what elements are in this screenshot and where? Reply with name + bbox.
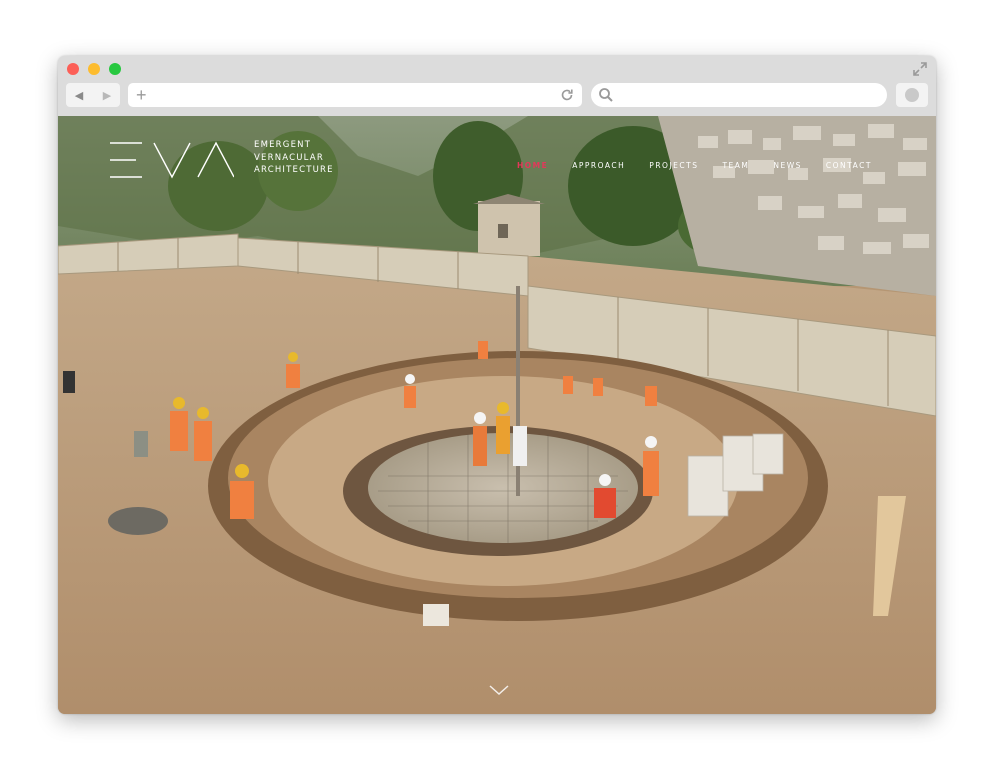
search-icon bbox=[599, 88, 613, 102]
logo-line: ARCHITECTURE bbox=[254, 165, 334, 175]
nav-item-approach[interactable]: APPROACH bbox=[572, 161, 625, 175]
fullscreen-icon[interactable] bbox=[913, 62, 927, 76]
history-nav: ◀ ▶ bbox=[66, 83, 120, 107]
nav-item-news[interactable]: NEWS bbox=[773, 161, 802, 175]
address-bar[interactable]: + bbox=[128, 83, 582, 107]
logo-line: VERNACULAR bbox=[254, 152, 324, 163]
plus-icon[interactable]: + bbox=[136, 85, 147, 105]
close-window-button[interactable] bbox=[67, 63, 79, 75]
forward-button[interactable]: ▶ bbox=[94, 83, 120, 107]
logo-wordmark[interactable]: EMERGENT VERNACULAR ARCHITECTURE bbox=[254, 139, 334, 177]
settings-button[interactable] bbox=[896, 83, 928, 107]
site-navigation: HOME APPROACH PROJECTS TEAM NEWS CONTACT bbox=[517, 161, 896, 175]
reload-icon[interactable] bbox=[559, 87, 575, 103]
search-bar[interactable] bbox=[591, 83, 887, 107]
nav-item-contact[interactable]: CONTACT bbox=[826, 161, 872, 175]
hero-construction-photo bbox=[58, 116, 936, 714]
browser-window: ◀ ▶ + EMERGENT VERNACULAR ARCHITECTURE H… bbox=[58, 56, 936, 714]
minimize-window-button[interactable] bbox=[88, 63, 100, 75]
nav-item-home[interactable]: HOME bbox=[517, 161, 548, 175]
nav-item-projects[interactable]: PROJECTS bbox=[649, 161, 698, 175]
back-button[interactable]: ◀ bbox=[66, 83, 92, 107]
logo-line: EMERGENT bbox=[254, 140, 312, 150]
eva-logo[interactable] bbox=[110, 141, 234, 179]
browser-toolbar: ◀ ▶ + bbox=[58, 56, 936, 116]
page-viewport: EMERGENT VERNACULAR ARCHITECTURE HOME AP… bbox=[58, 116, 936, 714]
chevron-down-icon[interactable] bbox=[488, 683, 510, 697]
settings-icon bbox=[905, 88, 919, 102]
zoom-window-button[interactable] bbox=[109, 63, 121, 75]
nav-item-team[interactable]: TEAM bbox=[722, 161, 749, 175]
